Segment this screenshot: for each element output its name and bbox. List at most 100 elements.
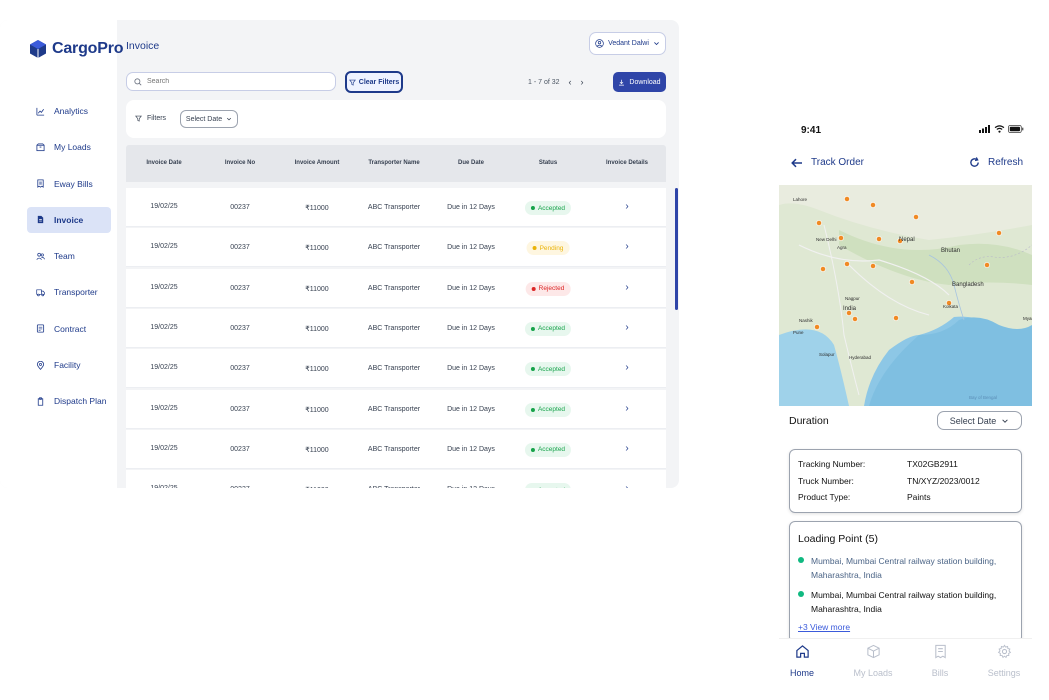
cell-transporter: ABC Transporter: [368, 486, 420, 488]
refresh-icon: [970, 157, 979, 167]
battery-icon: [1008, 125, 1024, 133]
cell-amount: ₹11000: [305, 486, 328, 488]
table-scrollbar[interactable]: [675, 188, 678, 310]
duration-label: Duration: [789, 415, 829, 427]
cell-amount: ₹11000: [305, 325, 329, 333]
filters-bar: Filters Select Date: [126, 100, 666, 138]
chart-line-icon: [36, 107, 45, 116]
table-row[interactable]: 19/02/25 00237 ₹11000 ABC Transporter Due in…: [126, 268, 666, 308]
bottom-tab-bar: Home My Loads Bills Settings: [779, 638, 1032, 700]
tab-label: My Loads: [853, 668, 893, 678]
cube-logo-icon: [30, 40, 46, 58]
tracking-key: Tracking Number:: [798, 459, 866, 469]
filter-icon: [135, 115, 142, 122]
cell-transporter: ABC Transporter: [367, 405, 421, 413]
box-icon: [36, 143, 45, 151]
sidebar-item-label: Team: [54, 251, 75, 262]
route-map[interactable]: Lahore New Delhi Nepal Bhutan Bangladesh Indi…: [779, 185, 1032, 406]
table-row[interactable]: 19/02/25 00237 ₹11000 ABC Transporter Due in…: [126, 228, 666, 268]
cell-amount: ₹11000: [305, 245, 329, 253]
tab-my-loads[interactable]: My Loads: [848, 644, 898, 678]
duration-date-select-value: Select Date: [949, 415, 997, 426]
cell-due: Due in 12 Days: [447, 445, 495, 453]
sidebar-item-dispatch-plan[interactable]: Dispatch Plan: [27, 388, 111, 414]
loading-point-item: Mumbai, Mumbai Central railway station b…: [798, 554, 1008, 582]
column-header: Invoice Amount: [294, 160, 340, 166]
table-row[interactable]: 19/02/25 00237 ₹11000 ABC Transporter Due in…: [126, 349, 666, 389]
tab-settings[interactable]: Settings: [979, 644, 1029, 678]
map-label: Kolkata: [943, 304, 959, 309]
sidebar-item-eway-bills[interactable]: Eway Bills: [27, 171, 111, 197]
table-row[interactable]: 19/02/25 00237 ₹11000 ABC Transporter Due in…: [126, 308, 666, 348]
location-pin-icon: [36, 360, 45, 370]
status-text: Accepted: [538, 487, 565, 488]
sidebar-item-transporter[interactable]: Transporter: [27, 279, 111, 305]
chevron-right-icon[interactable]: ›: [625, 403, 628, 414]
table-row[interactable]: 19/02/25 00237 ₹11000 ABC Transporter Due in…: [126, 188, 666, 227]
cell-due: Due in 12 Days: [447, 284, 495, 292]
sidebar-item-label: Facility: [54, 360, 81, 371]
cell-due: Due in 12 Days: [447, 244, 495, 252]
refresh-button[interactable]: Refresh: [969, 157, 1023, 168]
table-row[interactable]: 19/02/25 00237 ₹11000 ABC Transporter Due in…: [126, 389, 666, 429]
status-badge: Accepted: [524, 321, 572, 336]
map-label: Solapur: [819, 352, 835, 357]
cell-transporter: ABC Transporter: [367, 204, 421, 211]
loading-point-item: Mumbai, Mumbai Central railway station b…: [798, 588, 1008, 616]
filters-label: Filters: [147, 115, 167, 122]
status-dot: [531, 286, 536, 291]
sidebar-item-invoice[interactable]: Invoice: [27, 206, 111, 233]
cell-amount: ₹11000: [305, 285, 329, 293]
table-row[interactable]: 19/02/25 00237 ₹11000 ABC Transporter Due in…: [126, 429, 666, 469]
cell-transporter: ABC Transporter: [367, 284, 421, 292]
column-header: Invoice No: [224, 160, 256, 166]
truck-icon: [36, 289, 45, 297]
chevron-right-icon[interactable]: ›: [625, 282, 628, 293]
user-menu-button[interactable]: Vedant Dalwi: [589, 32, 666, 55]
status-text: Accepted: [537, 406, 566, 413]
sidebar-item-contract[interactable]: Contract: [27, 316, 111, 342]
view-more-link[interactable]: +3 View more: [798, 622, 850, 632]
chevron-down-icon: [1002, 418, 1009, 423]
tab-bills[interactable]: Bills: [915, 644, 965, 678]
contract-icon: [36, 324, 45, 333]
sidebar-item-label: Eway Bills: [54, 178, 93, 189]
cell-due: Due in 12 Days: [447, 365, 495, 373]
cell-date: 19/02/25: [150, 323, 178, 331]
signal-icon: [979, 125, 990, 133]
chevron-right-icon[interactable]: ›: [625, 443, 628, 454]
user-circle-icon: [595, 39, 604, 48]
date-select[interactable]: Select Date: [180, 110, 238, 128]
chevron-right-icon[interactable]: ›: [625, 362, 628, 373]
chevron-right-icon[interactable]: ›: [625, 483, 628, 488]
sidebar-item-analytics[interactable]: Analytics: [27, 98, 111, 124]
map-label: New Delhi: [816, 237, 837, 242]
desktop-app: CargoPro Analytics My Loads Eway Bills Invo…: [0, 20, 679, 488]
duration-date-select[interactable]: Select Date: [937, 411, 1022, 430]
tracking-value: Paints: [907, 492, 931, 502]
sidebar-item-my-loads[interactable]: My Loads: [27, 134, 111, 160]
status-text: Accepted: [537, 204, 566, 212]
clear-filters-button[interactable]: Clear Filters: [345, 71, 403, 93]
user-name: Vedant Dalwi: [608, 40, 649, 47]
search-input[interactable]: [147, 78, 317, 85]
back-button[interactable]: Track Order: [791, 157, 864, 168]
cell-due: Due in 12 Days: [447, 204, 495, 211]
cell-no: 00237: [230, 284, 250, 292]
sidebar-item-team[interactable]: Team: [27, 243, 111, 269]
arrow-left-icon: [791, 158, 802, 167]
chevron-left-icon[interactable]: ‹: [569, 77, 572, 87]
table-body: 19/02/25 00237 ₹11000 ABC Transporter Due in…: [126, 188, 666, 488]
cell-transporter: ABC Transporter: [367, 445, 421, 453]
map-label: Bay of Bengal: [969, 395, 998, 400]
chevron-right-icon[interactable]: ›: [581, 77, 584, 87]
download-button[interactable]: Download: [613, 72, 666, 92]
table-row[interactable]: 19/02/25 00237 ₹11000 ABC Transporter Due in…: [126, 470, 666, 488]
document-icon: [37, 216, 44, 224]
tab-home[interactable]: Home: [777, 644, 827, 678]
chevron-right-icon[interactable]: ›: [625, 322, 628, 333]
chevron-right-icon[interactable]: ›: [625, 241, 628, 252]
chevron-right-icon[interactable]: ›: [625, 201, 628, 212]
sidebar-item-facility[interactable]: Facility: [27, 352, 111, 378]
tracking-key: Truck Number:: [798, 475, 854, 486]
